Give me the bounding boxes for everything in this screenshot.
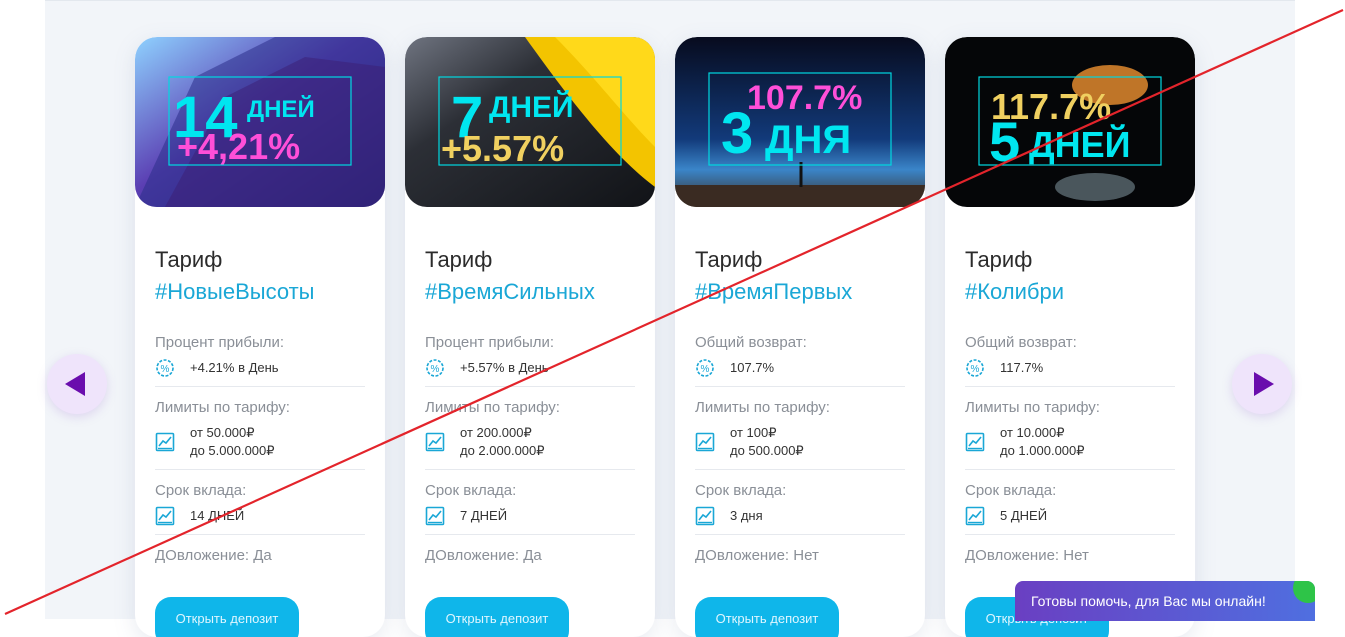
reinvest-label: ДОвложение: Да: [425, 547, 542, 564]
live-chat-label: Готовы помочь, для Вас мы онлайн!: [1031, 593, 1266, 609]
chart-growth-icon: [965, 432, 985, 452]
tariff-card: 107.7% 3 ДНЯ Тариф #ВремяПервых Общий во…: [675, 37, 925, 637]
open-deposit-button[interactable]: Открыть депозит: [425, 597, 569, 637]
limits-label: Лимиты по тарифу:: [425, 399, 560, 416]
divider: [425, 386, 635, 387]
tariff-word: Тариф: [425, 247, 493, 272]
term-value: 3 дня: [730, 508, 763, 523]
limits-label: Лимиты по тарифу:: [695, 399, 830, 416]
rate-value: 117.7%: [1000, 360, 1044, 375]
divider: [425, 534, 635, 535]
limit-to: до 2.000.000₽: [460, 443, 545, 458]
reinvest-label: ДОвложение: Да: [155, 547, 272, 564]
tariff-name: #НовыеВысоты: [155, 279, 315, 304]
tariff-banner-image: 7 ДНЕЙ +5.57%: [405, 37, 655, 207]
chart-growth-icon: [155, 432, 175, 452]
limits-label: Лимиты по тарифу:: [965, 399, 1100, 416]
term-label: Срок вклада:: [155, 482, 247, 499]
term-value: 5 ДНЕЙ: [1000, 508, 1048, 523]
percent-badge-icon: %: [966, 359, 984, 377]
divider: [425, 469, 635, 470]
carousel-next-button[interactable]: [1232, 354, 1292, 414]
divider: [155, 534, 365, 535]
svg-text:%: %: [701, 364, 710, 375]
open-deposit-button[interactable]: Открыть депозит: [695, 597, 839, 637]
banner-days-number: 3: [721, 101, 753, 166]
divider: [695, 534, 905, 535]
tariff-card: 14 ДНЕЙ +4,21% Тариф #НовыеВысоты Процен…: [135, 37, 385, 637]
banner-days-word: ДНЕЙ: [489, 90, 574, 124]
term-value: 7 ДНЕЙ: [460, 508, 508, 523]
divider: [155, 469, 365, 470]
divider: [965, 386, 1175, 387]
open-deposit-button[interactable]: Открыть депозит: [155, 597, 299, 637]
banner-days-number: 5: [989, 110, 1020, 173]
limit-to: до 5.000.000₽: [190, 443, 275, 458]
tariff-card: 117.7% 5 ДНЕЙ Тариф #Колибри Общий возвр…: [945, 37, 1195, 637]
tariff-card: 7 ДНЕЙ +5.57% Тариф #ВремяСильных Процен…: [405, 37, 655, 637]
reinvest-label: ДОвложение: Нет: [965, 547, 1089, 564]
tariff-name: #ВремяСильных: [425, 279, 595, 304]
limit-from: от 200.000₽: [460, 425, 532, 440]
chart-growth-icon: [695, 506, 715, 526]
carousel-prev-button[interactable]: [47, 354, 107, 414]
online-status-indicator: [1293, 581, 1315, 603]
divider: [155, 386, 365, 387]
term-value: 14 ДНЕЙ: [190, 508, 245, 523]
rate-value: +5.57% в День: [460, 360, 549, 375]
tariff-name: #Колибри: [965, 279, 1065, 304]
banner-rate: +4,21%: [177, 126, 300, 167]
term-label: Срок вклада:: [695, 482, 787, 499]
reinvest-label: ДОвложение: Нет: [695, 547, 819, 564]
chart-growth-icon: [965, 506, 985, 526]
tariff-banner-image: 117.7% 5 ДНЕЙ: [945, 37, 1195, 207]
triangle-left-icon: [65, 372, 85, 396]
banner-days-word: ДНЕЙ: [247, 95, 315, 123]
tariff-word: Тариф: [695, 247, 763, 272]
svg-text:%: %: [161, 364, 170, 375]
term-label: Срок вклада:: [965, 482, 1057, 499]
rate-value: +4.21% в День: [190, 360, 279, 375]
divider: [695, 469, 905, 470]
percent-badge-icon: %: [156, 359, 174, 377]
chart-growth-icon: [155, 506, 175, 526]
chart-growth-icon: [425, 432, 445, 452]
banner-rate: 107.7%: [747, 79, 862, 117]
rate-value: 107.7%: [730, 360, 775, 375]
term-label: Срок вклада:: [425, 482, 517, 499]
tariff-name: #ВремяПервых: [695, 279, 853, 304]
limit-from: от 10.000₽: [1000, 425, 1065, 440]
limit-from: от 50.000₽: [190, 425, 255, 440]
svg-text:%: %: [431, 364, 440, 375]
svg-text:%: %: [971, 364, 980, 375]
rate-label: Процент прибыли:: [155, 334, 285, 351]
rate-label: Общий возврат:: [965, 334, 1077, 351]
banner-days-word: ДНЕЙ: [1029, 123, 1131, 165]
chart-growth-icon: [695, 432, 715, 452]
tariff-banner-image: 14 ДНЕЙ +4,21%: [135, 37, 385, 207]
tariff-word: Тариф: [155, 247, 223, 272]
chart-growth-icon: [425, 506, 445, 526]
rate-label: Процент прибыли:: [425, 334, 555, 351]
limit-to: до 500.000₽: [730, 443, 804, 458]
divider: [965, 534, 1175, 535]
tariff-word: Тариф: [965, 247, 1033, 272]
limit-to: до 1.000.000₽: [1000, 443, 1085, 458]
live-chat-bar[interactable]: Готовы помочь, для Вас мы онлайн!: [1015, 581, 1315, 621]
triangle-right-icon: [1254, 372, 1274, 396]
limits-label: Лимиты по тарифу:: [155, 399, 290, 416]
tariffs-panel: 14 ДНЕЙ +4,21% Тариф #НовыеВысоты Процен…: [45, 0, 1295, 637]
percent-badge-icon: %: [426, 359, 444, 377]
divider: [695, 386, 905, 387]
limit-from: от 100₽: [730, 425, 777, 440]
percent-badge-icon: %: [696, 359, 714, 377]
divider: [965, 469, 1175, 470]
tariff-banner-image: 107.7% 3 ДНЯ: [675, 37, 925, 207]
rate-label: Общий возврат:: [695, 334, 807, 351]
banner-rate: +5.57%: [441, 128, 564, 169]
banner-days-word: ДНЯ: [765, 118, 851, 162]
